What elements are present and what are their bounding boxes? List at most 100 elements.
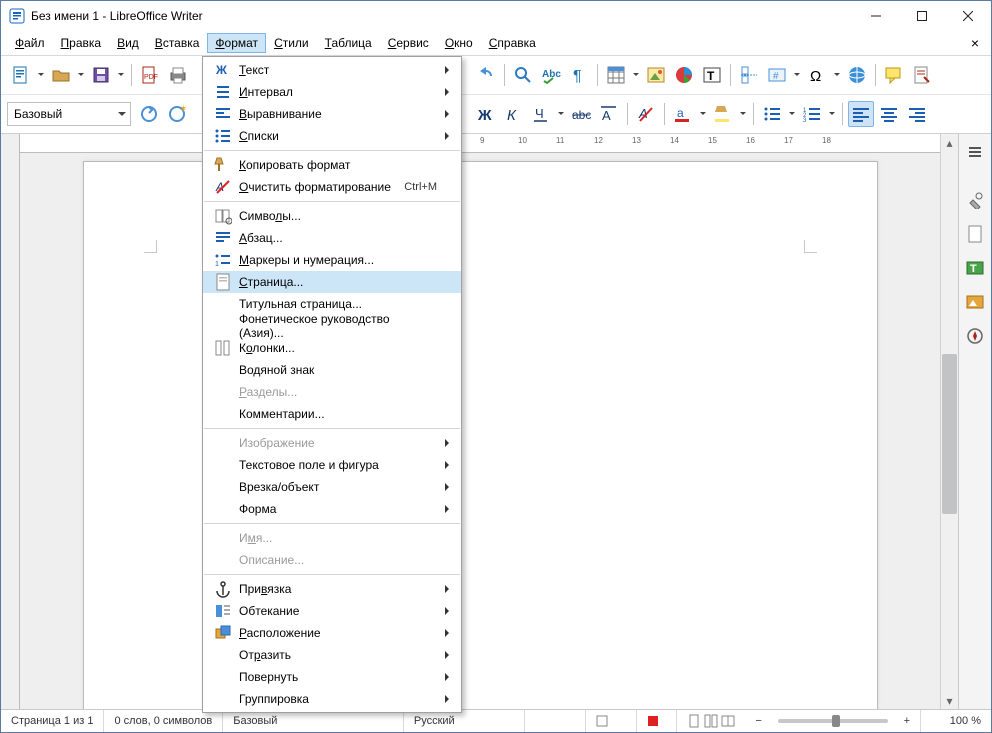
spellcheck-button[interactable]: Abc	[538, 62, 564, 88]
menu-стили[interactable]: Стили	[266, 33, 317, 53]
menu-item-расположение[interactable]: Расположение	[203, 622, 461, 644]
underline-button[interactable]: Ч	[528, 101, 554, 127]
minimize-button[interactable]	[853, 1, 899, 31]
font-color-button[interactable]: a	[670, 101, 696, 127]
sidebar-gallery-icon[interactable]	[961, 288, 989, 316]
close-document-button[interactable]: ×	[965, 32, 985, 54]
table-dropdown[interactable]	[630, 63, 640, 87]
table-button[interactable]	[603, 62, 629, 88]
menu-item-копироватьформат[interactable]: Копировать формат	[203, 154, 461, 176]
menu-item-текстовоеполеифигура[interactable]: Текстовое поле и фигура	[203, 454, 461, 476]
sidebar-navigator-icon[interactable]	[961, 322, 989, 350]
menu-справка[interactable]: Справка	[481, 33, 544, 53]
insert-chart-button[interactable]	[671, 62, 697, 88]
menu-item-колонки[interactable]: Колонки...	[203, 337, 461, 359]
highlight-button[interactable]	[710, 101, 736, 127]
new-doc-dropdown[interactable]	[35, 63, 45, 87]
number-list-dropdown[interactable]	[826, 102, 836, 126]
sidebar-menu-icon[interactable]	[961, 138, 989, 166]
insert-textbox-button[interactable]: T	[699, 62, 725, 88]
open-button[interactable]	[48, 62, 74, 88]
close-button[interactable]	[945, 1, 991, 31]
menu-item-водянойзнак[interactable]: Водяной знак	[203, 359, 461, 381]
align-right-button[interactable]	[904, 101, 930, 127]
zoom-slider[interactable]	[778, 719, 888, 723]
sidebar-page-icon[interactable]	[961, 220, 989, 248]
menu-вид[interactable]: Вид	[109, 33, 147, 53]
menu-правка[interactable]: Правка	[53, 33, 110, 53]
special-char-button[interactable]: Ω	[804, 62, 830, 88]
paragraph-style-combo[interactable]: Базовый	[7, 102, 131, 126]
special-char-dropdown[interactable]	[831, 63, 841, 87]
overline-button[interactable]: A	[596, 101, 622, 127]
status-view-icons[interactable]	[677, 710, 745, 732]
menu-item-отразить[interactable]: Отразить	[203, 644, 461, 666]
ruler-vertical[interactable]	[1, 134, 20, 709]
maximize-button[interactable]	[899, 1, 945, 31]
align-center-button[interactable]	[876, 101, 902, 127]
status-page[interactable]: Страница 1 из 1	[1, 710, 104, 732]
ruler-horizontal[interactable]: 9101112131415161718	[20, 134, 940, 153]
underline-dropdown[interactable]	[555, 102, 565, 126]
sidebar-styles-icon[interactable]: T	[961, 254, 989, 282]
status-signature[interactable]	[637, 710, 678, 732]
undo-button[interactable]	[473, 62, 499, 88]
print-button[interactable]	[165, 62, 191, 88]
menu-вставка[interactable]: Вставка	[147, 33, 208, 53]
status-style[interactable]: Базовый	[223, 710, 404, 732]
insert-image-button[interactable]	[643, 62, 669, 88]
zoom-in-button[interactable]: +	[894, 710, 920, 732]
menu-item-привязка[interactable]: Привязка	[203, 578, 461, 600]
menu-сервис[interactable]: Сервис	[380, 33, 437, 53]
menu-item-списки[interactable]: Списки	[203, 125, 461, 147]
strikethrough-button[interactable]: abc	[568, 101, 594, 127]
menu-item-комментарии[interactable]: Комментарии...	[203, 403, 461, 425]
sidebar-properties-icon[interactable]	[961, 186, 989, 214]
menu-item-врезкаобъект[interactable]: Врезка/объект	[203, 476, 461, 498]
menu-item-фонетическоеруководствоазия[interactable]: Фонетическое руководство (Азия)...	[203, 315, 461, 337]
track-changes-button[interactable]	[909, 62, 935, 88]
menu-item-обтекание[interactable]: Обтекание	[203, 600, 461, 622]
vertical-scrollbar[interactable]: ▴ ▾	[940, 134, 958, 709]
new-style-button[interactable]: ✶	[164, 101, 190, 127]
menu-item-маркерыинумерация[interactable]: 1Маркеры и нумерация...	[203, 249, 461, 271]
menu-item-страница[interactable]: Страница...	[203, 271, 461, 293]
nonprinting-button[interactable]: ¶	[566, 62, 592, 88]
zoom-value[interactable]: 100 %	[920, 710, 991, 732]
open-dropdown[interactable]	[75, 63, 85, 87]
menu-item-очиститьформатирование[interactable]: AОчистить форматированиеCtrl+M	[203, 176, 461, 198]
insert-field-dropdown[interactable]	[791, 63, 801, 87]
export-pdf-button[interactable]: PDF	[137, 62, 163, 88]
status-selection-mode[interactable]	[586, 710, 637, 732]
save-button[interactable]	[88, 62, 114, 88]
menu-окно[interactable]: Окно	[437, 33, 481, 53]
scroll-down-icon[interactable]: ▾	[941, 692, 958, 709]
align-left-button[interactable]	[848, 101, 874, 127]
page-break-button[interactable]	[736, 62, 762, 88]
menu-item-интервал[interactable]: Интервал	[203, 81, 461, 103]
font-color-dropdown[interactable]	[697, 102, 707, 126]
menu-item-текст[interactable]: ЖТекст	[203, 59, 461, 81]
update-style-button[interactable]	[136, 101, 162, 127]
scroll-up-icon[interactable]: ▴	[941, 134, 958, 151]
hyperlink-button[interactable]	[844, 62, 870, 88]
zoom-knob[interactable]	[832, 715, 840, 727]
status-language[interactable]: Русский	[404, 710, 525, 732]
number-list-button[interactable]: 123	[799, 101, 825, 127]
status-wordcount[interactable]: 0 слов, 0 символов	[104, 710, 223, 732]
menu-item-форма[interactable]: Форма	[203, 498, 461, 520]
zoom-out-button[interactable]: −	[745, 710, 771, 732]
new-doc-button[interactable]	[8, 62, 34, 88]
view-book-icon[interactable]	[721, 714, 735, 728]
menu-файл[interactable]: Файл	[7, 33, 53, 53]
menu-item-символы[interactable]: Символы...	[203, 205, 461, 227]
scroll-thumb[interactable]	[942, 354, 957, 514]
italic-button[interactable]: К	[500, 101, 526, 127]
clear-formatting-button[interactable]: A	[633, 101, 659, 127]
find-button[interactable]	[510, 62, 536, 88]
bold-button[interactable]: Ж	[472, 101, 498, 127]
menu-item-повернуть[interactable]: Повернуть	[203, 666, 461, 688]
view-single-icon[interactable]	[687, 714, 701, 728]
bullet-list-dropdown[interactable]	[786, 102, 796, 126]
highlight-dropdown[interactable]	[737, 102, 747, 126]
